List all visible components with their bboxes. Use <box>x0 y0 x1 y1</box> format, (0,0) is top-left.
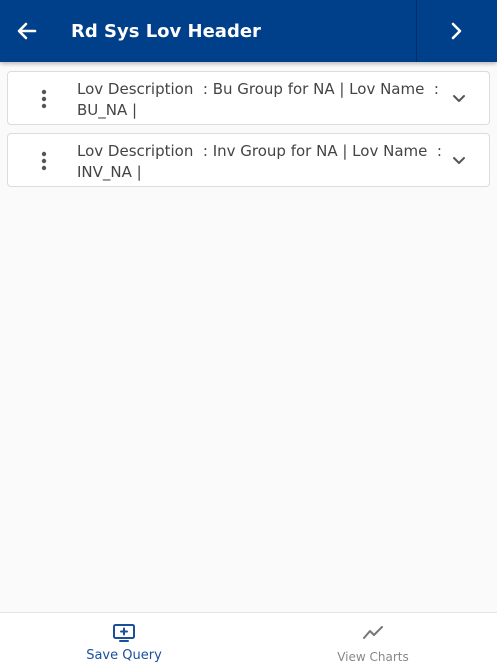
save-query-label: Save Query <box>86 648 162 663</box>
save-query-button[interactable]: Save Query <box>0 613 248 671</box>
expand-button[interactable] <box>447 149 471 173</box>
monitor-plus-icon <box>113 624 135 642</box>
bottom-navigation: Save Query View Charts <box>0 612 497 671</box>
back-button[interactable] <box>10 14 44 48</box>
chevron-down-icon <box>453 157 465 164</box>
view-charts-button[interactable]: View Charts <box>249 613 497 671</box>
next-button[interactable] <box>416 0 497 62</box>
kebab-menu-icon <box>41 89 47 109</box>
view-charts-label: View Charts <box>337 650 409 664</box>
record-summary: Lov Description : Bu Group for NA | Lov … <box>77 79 439 121</box>
expand-button[interactable] <box>447 87 471 111</box>
record-summary: Lov Description : Inv Group for NA | Lov… <box>77 141 442 183</box>
kebab-menu-icon <box>41 151 47 171</box>
arrow-left-icon <box>17 22 37 40</box>
record-summary-line2: BU_NA | <box>77 101 138 119</box>
list-item[interactable]: Lov Description : Inv Group for NA | Lov… <box>7 133 490 187</box>
trend-line-icon <box>363 626 383 639</box>
record-summary-line2: INV_NA | <box>77 163 142 181</box>
page-title: Rd Sys Lov Header <box>71 21 261 42</box>
more-options-button[interactable] <box>32 149 56 173</box>
more-options-button[interactable] <box>32 87 56 111</box>
record-summary-line1: Lov Description : Inv Group for NA | Lov… <box>77 142 442 160</box>
record-summary-line1: Lov Description : Bu Group for NA | Lov … <box>77 80 439 98</box>
list-item[interactable]: Lov Description : Bu Group for NA | Lov … <box>7 71 490 125</box>
record-list: Lov Description : Bu Group for NA | Lov … <box>7 71 490 195</box>
chevron-right-icon <box>451 22 462 40</box>
app-header: Rd Sys Lov Header <box>0 0 497 62</box>
chevron-down-icon <box>453 95 465 102</box>
